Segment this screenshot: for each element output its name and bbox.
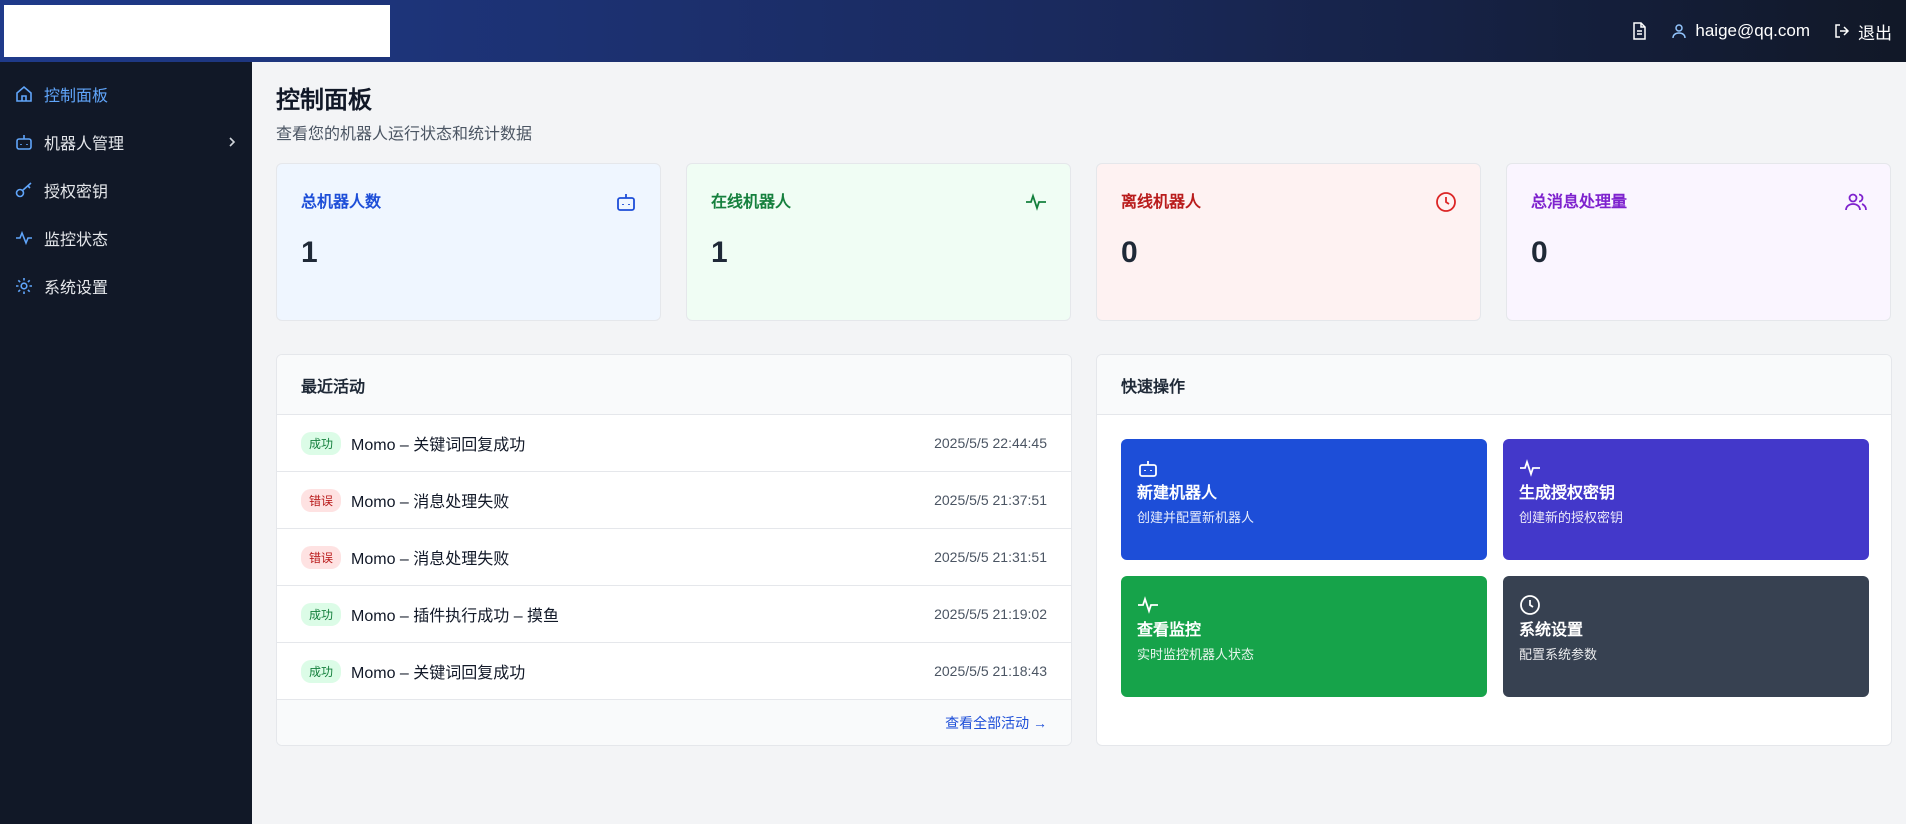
new-bot-button[interactable]: 新建机器人 创建并配置新机器人 [1121,439,1487,560]
clock-icon [1519,594,1853,616]
key-icon [14,180,34,200]
quick-card-title: 查看监控 [1137,622,1202,639]
home-icon [14,84,34,104]
page-subtitle: 查看您的机器人运行状态和统计数据 [276,126,533,143]
sidebar-item-label: 系统设置 [44,280,109,297]
sidebar-item-dashboard[interactable]: 控制面板 [0,70,252,118]
activity-text: Momo – 消息处理失败 [351,494,510,511]
sidebar-item-monitor[interactable]: 监控状态 [0,214,252,262]
view-monitor-button[interactable]: 查看监控 实时监控机器人状态 [1121,576,1487,697]
quick-card-title: 生成授权密钥 [1519,485,1616,502]
activity-time: 2025/5/5 22:44:45 [934,435,1047,451]
bot-icon [14,132,34,152]
quick-actions-panel: 快速操作 新建机器人 创建并配置新机器人 生成授权密钥 创建新的授权密钥 查看监… [1096,354,1892,746]
sidebar-item-label: 监控状态 [44,232,109,249]
docs-button[interactable] [1631,22,1647,40]
activity-time: 2025/5/5 21:31:51 [934,549,1047,565]
user-icon [1671,23,1687,39]
users-icon [1844,190,1868,214]
activity-text: Momo – 关键词回复成功 [351,437,526,454]
status-badge: 成功 [301,659,342,683]
stat-value: 0 [1531,236,1548,269]
stat-label: 在线机器人 [711,194,792,211]
document-icon [1631,22,1647,40]
bot-icon [614,190,638,214]
activity-icon [1137,594,1471,616]
sidebar-item-label: 机器人管理 [44,136,125,153]
stat-card-offline-bots: 离线机器人 0 [1096,163,1481,321]
logout-label: 退出 [1858,23,1892,43]
status-badge: 成功 [301,431,342,455]
stat-card-online-bots: 在线机器人 1 [686,163,1071,321]
user-menu[interactable]: haige@qq.com [1671,21,1810,41]
view-all-activity-link[interactable]: 查看全部活动 → [945,713,1047,733]
quick-card-desc: 创建并配置新机器人 [1137,510,1255,525]
user-email: haige@qq.com [1695,21,1810,40]
status-badge: 错误 [301,488,342,512]
activity-text: Momo – 关键词回复成功 [351,665,526,682]
logout-button[interactable]: 退出 [1834,19,1892,44]
activity-row: 错误 Momo – 消息处理失败 2025/5/5 21:31:51 [277,529,1071,586]
stat-value: 1 [301,236,318,269]
stat-label: 总机器人数 [301,194,382,211]
activity-icon [14,228,34,248]
top-bar: haige@qq.com 退出 [0,0,1906,62]
sidebar-item-label: 控制面板 [44,88,109,105]
gear-icon [14,276,34,296]
stat-value: 1 [711,236,728,269]
activity-row: 成功 Momo – 关键词回复成功 2025/5/5 22:44:45 [277,415,1071,472]
main-content: 控制面板 查看您的机器人运行状态和统计数据 总机器人数 1 在线机器人 1 离线… [252,62,1906,824]
stat-card-total-messages: 总消息处理量 0 [1506,163,1891,321]
activity-icon [1519,457,1853,479]
activity-row: 成功 Momo – 关键词回复成功 2025/5/5 21:18:43 [277,643,1071,700]
clock-icon [1434,190,1458,214]
sidebar-item-label: 授权密钥 [44,184,109,201]
quick-card-title: 系统设置 [1519,622,1584,639]
quick-card-title: 新建机器人 [1137,485,1218,502]
generate-key-button[interactable]: 生成授权密钥 创建新的授权密钥 [1503,439,1869,560]
page-title: 控制面板 [276,87,372,114]
bot-icon [1137,457,1471,479]
status-badge: 错误 [301,545,342,569]
status-badge: 成功 [301,602,342,626]
stat-label: 离线机器人 [1121,194,1202,211]
panel-title: 快速操作 [1097,355,1891,415]
quick-card-desc: 配置系统参数 [1519,647,1598,662]
panel-title: 最近活动 [277,355,1071,415]
activity-text: Momo – 插件执行成功 – 摸鱼 [351,608,560,625]
system-settings-button[interactable]: 系统设置 配置系统参数 [1503,576,1869,697]
sidebar: 控制面板 机器人管理 授权密钥 监控状态 系统设置 [0,62,252,824]
activity-time: 2025/5/5 21:19:02 [934,606,1047,622]
activity-icon [1024,190,1048,214]
activity-time: 2025/5/5 21:37:51 [934,492,1047,508]
stat-value: 0 [1121,236,1138,269]
quick-actions-grid: 新建机器人 创建并配置新机器人 生成授权密钥 创建新的授权密钥 查看监控 实时监… [1121,439,1869,697]
quick-card-desc: 实时监控机器人状态 [1137,647,1255,662]
stats-row: 总机器人数 1 在线机器人 1 离线机器人 0 总消息处理量 0 [276,163,1891,321]
activity-time: 2025/5/5 21:18:43 [934,663,1047,679]
activity-row: 成功 Momo – 插件执行成功 – 摸鱼 2025/5/5 21:19:02 [277,586,1071,643]
activity-text: Momo – 消息处理失败 [351,551,510,568]
header-actions: haige@qq.com 退出 [1631,19,1892,44]
activity-footer: 查看全部活动 → [277,700,1071,745]
stat-card-total-bots: 总机器人数 1 [276,163,661,321]
sidebar-item-settings[interactable]: 系统设置 [0,262,252,310]
sidebar-item-bots[interactable]: 机器人管理 [0,118,252,166]
chevron-right-icon[interactable] [226,136,238,148]
logout-icon [1834,23,1850,39]
quick-card-desc: 创建新的授权密钥 [1519,510,1624,525]
activity-row: 错误 Momo – 消息处理失败 2025/5/5 21:37:51 [277,472,1071,529]
logo [4,5,390,57]
recent-activity-panel: 最近活动 成功 Momo – 关键词回复成功 2025/5/5 22:44:45… [276,354,1072,746]
sidebar-item-keys[interactable]: 授权密钥 [0,166,252,214]
stat-label: 总消息处理量 [1531,194,1628,211]
